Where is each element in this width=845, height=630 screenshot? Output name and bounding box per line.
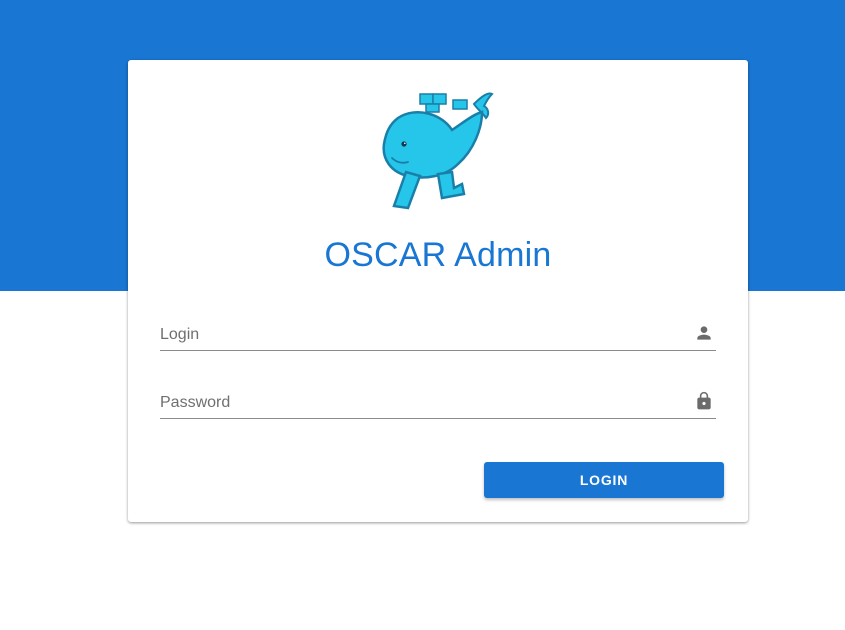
login-card: OSCAR Admin LOGIN (128, 60, 748, 522)
lock-icon (697, 391, 711, 410)
login-input[interactable] (160, 320, 680, 350)
password-field (160, 388, 716, 419)
whale-logo-icon (382, 92, 494, 210)
login-field (160, 320, 716, 351)
page-title: OSCAR Admin (324, 236, 552, 274)
login-button[interactable]: LOGIN (484, 462, 724, 498)
person-icon (697, 326, 711, 340)
password-input[interactable] (160, 388, 680, 418)
